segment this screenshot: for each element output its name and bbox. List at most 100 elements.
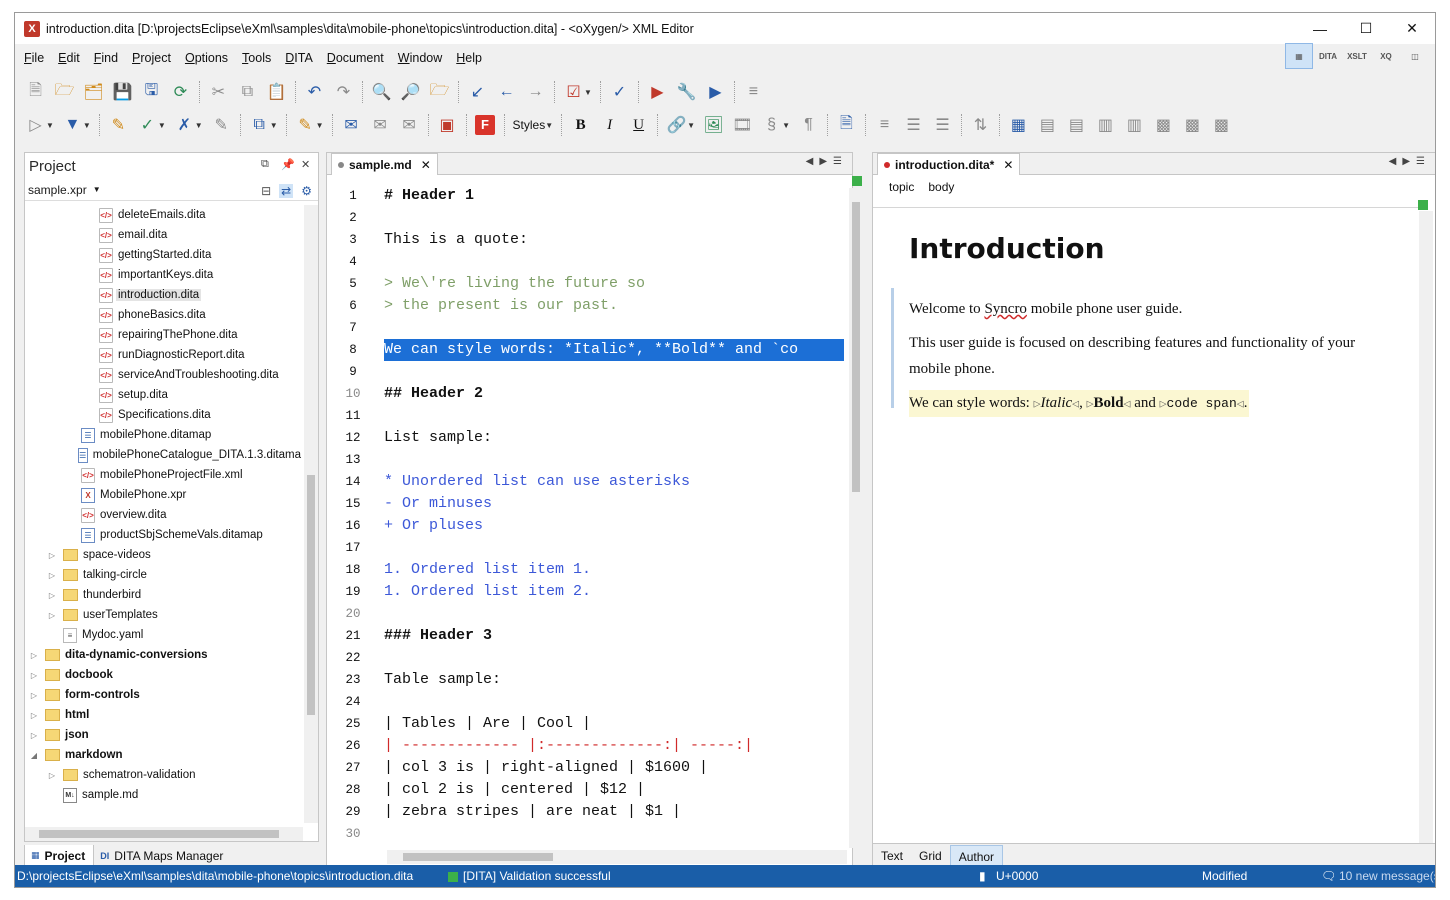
back-icon[interactable]: ← — [492, 79, 521, 105]
menu-window[interactable]: Window — [398, 51, 442, 65]
code-line[interactable] — [384, 691, 844, 713]
expand-arrow-icon[interactable]: ▷ — [47, 591, 57, 600]
scrollbar-thumb[interactable] — [39, 830, 279, 838]
delete-column-icon[interactable]: ▥ — [1120, 112, 1149, 138]
insert-media-icon[interactable]: 🎞 — [728, 112, 757, 138]
edit-comment-icon[interactable]: ✉ — [366, 112, 395, 138]
markdown-text-area[interactable]: # Header 1 This is a quote: > We\'re livin… — [384, 185, 844, 845]
reload-icon[interactable]: ⟳ — [166, 79, 195, 105]
tree-item[interactable]: X MobilePhone.xpr — [25, 485, 303, 505]
maximize-button[interactable]: ☐ — [1343, 13, 1389, 44]
configure-transformation-icon[interactable]: 🔧 — [672, 79, 701, 105]
reject-dropdown-icon[interactable]: ▼ — [195, 121, 203, 130]
tree-item[interactable]: ▷ thunderbird — [25, 585, 303, 605]
code-line[interactable]: - Or minuses — [384, 493, 844, 515]
expand-arrow-icon[interactable]: ▷ — [29, 711, 39, 720]
code-line[interactable]: > We\'re living the future so — [384, 273, 844, 295]
expand-arrow-icon[interactable]: ▷ — [29, 671, 39, 680]
tree-item[interactable]: ☰ mobilePhone.ditamap — [25, 425, 303, 445]
code-line[interactable] — [384, 537, 844, 559]
tree-item[interactable]: ▷ talking-circle — [25, 565, 303, 585]
xquery-debugger-button[interactable]: XQ — [1372, 43, 1400, 69]
tree-item[interactable]: </> serviceAndTroubleshooting.dita — [25, 365, 303, 385]
search-folder-icon[interactable]: 🗁 — [425, 79, 454, 105]
expanded-arrow-icon[interactable]: ◢ — [29, 751, 39, 760]
breadcrumb-body[interactable]: body — [928, 180, 954, 194]
status-messages[interactable]: 10 new message(s) — [1339, 869, 1435, 883]
expand-arrow-icon[interactable]: ▷ — [47, 771, 57, 780]
expand-arrow-icon[interactable]: ▷ — [29, 731, 39, 740]
close-panel-icon[interactable]: ✕ — [301, 158, 310, 171]
misspelled-word[interactable]: Syncro — [984, 301, 1027, 317]
menu-dita[interactable]: DITA — [285, 51, 313, 65]
find-in-files-icon[interactable]: 🔎 — [396, 79, 425, 105]
tags-mode-dropdown-icon[interactable]: ▼ — [46, 121, 54, 130]
scrollbar-thumb[interactable] — [403, 853, 553, 861]
table-properties-icon[interactable]: ▩ — [1149, 112, 1178, 138]
insert-step-icon[interactable]: ≡ — [870, 112, 899, 138]
tree-item[interactable]: ▷ dita-dynamic-conversions — [25, 645, 303, 665]
code-line[interactable]: This is a quote: — [384, 229, 844, 251]
expand-arrow-icon[interactable]: ▷ — [47, 551, 57, 560]
tree-item[interactable]: ≡ Mydoc.yaml — [25, 625, 303, 645]
tab-project[interactable]: ▦ Project — [24, 845, 95, 867]
tree-item[interactable]: </> introduction.dita — [25, 285, 303, 305]
project-vertical-scrollbar[interactable] — [304, 205, 318, 823]
validate-dropdown-icon[interactable]: ▼ — [584, 88, 592, 97]
pin-panel-icon[interactable]: 📌 — [281, 158, 295, 171]
editor-vertical-scrollbar[interactable] — [849, 188, 863, 848]
styles-dropdown[interactable]: Styles — [509, 118, 550, 132]
expand-arrow-icon[interactable]: ▷ — [47, 611, 57, 620]
expand-arrow-icon[interactable]: ▷ — [29, 691, 39, 700]
validation-status-indicator[interactable] — [1418, 200, 1428, 210]
tree-item[interactable]: </> overview.dita — [25, 505, 303, 525]
code-line[interactable] — [384, 207, 844, 229]
tree-item[interactable]: ▷ form-controls — [25, 685, 303, 705]
restore-panel-icon[interactable]: ⧉ — [261, 158, 269, 171]
sort-icon[interactable]: ⇅ — [966, 112, 995, 138]
code-line[interactable]: | col 3 is | right-aligned | $1600 | — [384, 757, 844, 779]
xslt-debugger-button[interactable]: XSLT — [1343, 43, 1371, 69]
insert-image-icon[interactable]: 🖼 — [699, 112, 728, 138]
tree-item[interactable]: ◢ markdown — [25, 745, 303, 765]
link-with-editor-icon[interactable]: ⇄ — [279, 184, 294, 198]
manage-highlighted-content-icon[interactable]: ▣ — [433, 112, 462, 138]
code-line[interactable]: | ------------- |:-------------:| -----:… — [384, 735, 844, 757]
code-line[interactable]: 1. Ordered list item 2. — [384, 581, 844, 603]
code-line[interactable]: | col 2 is | centered | $12 | — [384, 779, 844, 801]
minimize-button[interactable]: — — [1297, 13, 1343, 44]
menu-find[interactable]: Find — [94, 51, 118, 65]
editor-perspective-button[interactable]: ▦ — [1285, 43, 1313, 69]
format-indent-icon[interactable]: ≡ — [739, 79, 768, 105]
tab-grid-mode[interactable]: Grid — [911, 845, 950, 867]
menu-options[interactable]: Options — [185, 51, 228, 65]
tree-item[interactable]: </> phoneBasics.dita — [25, 305, 303, 325]
project-horizontal-scrollbar[interactable] — [25, 827, 303, 841]
accept-dropdown-icon[interactable]: ▼ — [158, 121, 166, 130]
open-folder-icon[interactable]: 🗁 — [50, 79, 79, 105]
database-perspective-button[interactable]: ◫ — [1401, 43, 1429, 69]
menu-help[interactable]: Help — [456, 51, 482, 65]
validation-status-indicator[interactable] — [852, 176, 862, 186]
editor-horizontal-scrollbar[interactable] — [387, 850, 847, 864]
tab-text-mode[interactable]: Text — [873, 845, 911, 867]
go-to-last-modification-icon[interactable]: ↙ — [463, 79, 492, 105]
save-icon[interactable]: 💾 — [108, 79, 137, 105]
spell-check-icon[interactable]: ✓ — [605, 79, 634, 105]
code-line[interactable]: + Or pluses — [384, 515, 844, 537]
forward-icon[interactable]: → — [521, 79, 550, 105]
tree-item[interactable]: </> importantKeys.dita — [25, 265, 303, 285]
gear-icon[interactable]: ⚙ — [301, 184, 312, 198]
bold-button[interactable]: B — [566, 112, 595, 138]
code-line[interactable]: > the present is our past. — [384, 295, 844, 317]
tab-dita-maps-manager[interactable]: DI DITA Maps Manager — [94, 845, 231, 867]
author-document-area[interactable]: Introduction Welcome to Syncro mobile ph… — [873, 207, 1419, 840]
close-tab-icon[interactable]: ✕ — [1003, 158, 1013, 172]
expand-arrow-icon[interactable]: ▷ — [47, 571, 57, 580]
tab-sample-md[interactable]: sample.md ✕ — [331, 153, 438, 175]
insert-row-above-icon[interactable]: ▤ — [1062, 112, 1091, 138]
code-line[interactable]: ## Header 2 — [384, 383, 844, 405]
menu-edit[interactable]: Edit — [58, 51, 80, 65]
code-line[interactable] — [384, 647, 844, 669]
tree-item[interactable]: ☰ productSbjSchemeVals.ditamap — [25, 525, 303, 545]
